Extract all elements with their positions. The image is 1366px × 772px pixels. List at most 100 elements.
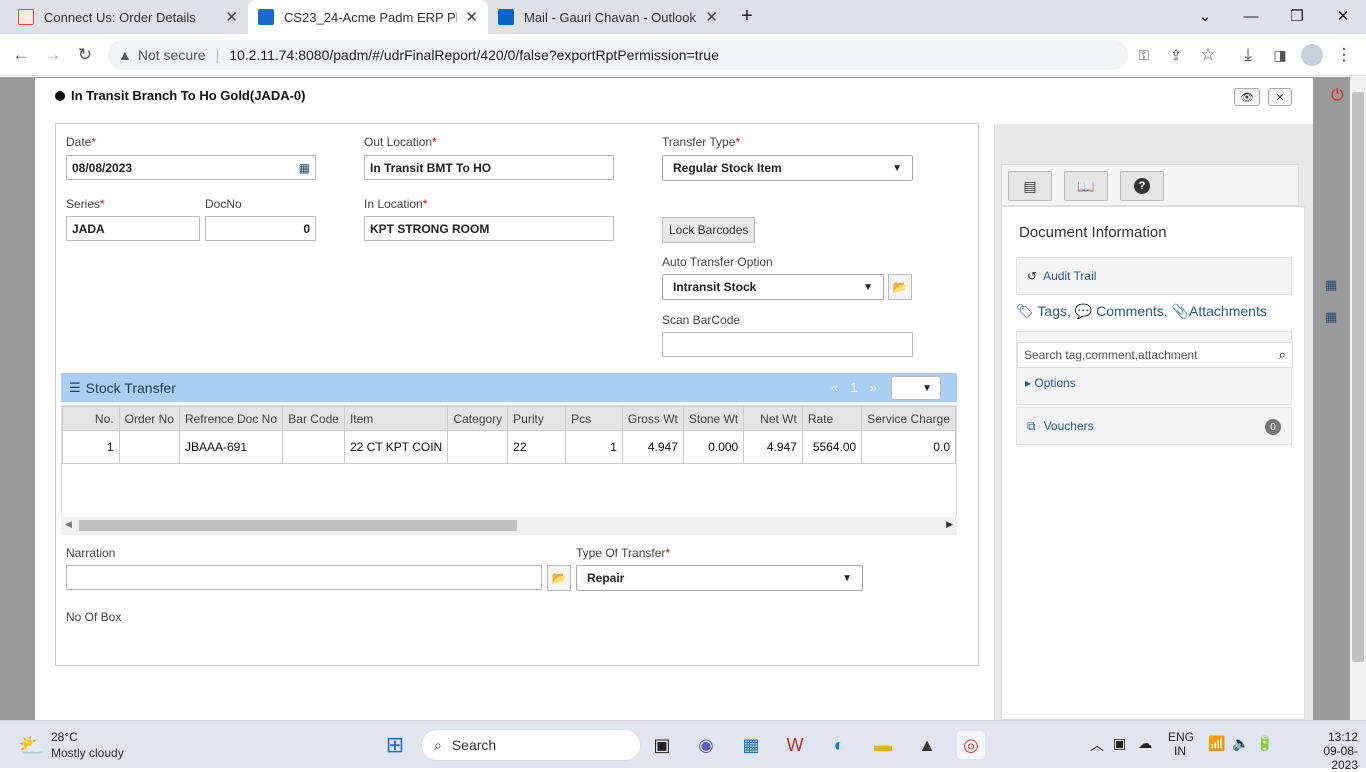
taskbar-search[interactable]: ⌕ Search <box>421 729 641 761</box>
task-view-icon[interactable]: ▣ <box>648 731 676 759</box>
back-arrow-icon[interactable]: ← <box>8 42 34 68</box>
docno-field[interactable]: 0 <box>205 216 316 241</box>
out-location-field[interactable]: In Transit BMT To HO <box>364 155 614 180</box>
col-header[interactable]: No. <box>62 406 120 431</box>
cell[interactable]: JBAAA-691 <box>178 430 284 464</box>
share-icon[interactable]: ⇪ <box>1163 42 1189 68</box>
col-header[interactable]: Item <box>343 406 449 431</box>
type-of-transfer-select[interactable]: Repair ▼ <box>576 565 863 591</box>
pager-prev[interactable]: « <box>831 380 838 395</box>
cell[interactable]: 1 <box>565 430 623 464</box>
close-tab-icon[interactable]: ✕ <box>225 8 238 26</box>
wps-icon[interactable]: W <box>781 731 809 759</box>
app-icon[interactable]: ▲ <box>913 731 941 759</box>
narration-input[interactable] <box>66 565 542 590</box>
new-tab-plus-icon[interactable]: + <box>730 0 764 32</box>
calendar-icon[interactable]: ▦ <box>299 161 310 175</box>
teams-icon[interactable]: ◉ <box>692 731 720 759</box>
col-header[interactable]: Service Charge <box>861 406 956 431</box>
cell[interactable]: 5564.00 <box>801 430 863 464</box>
scan-barcode-input[interactable] <box>662 332 913 357</box>
tag-search-input[interactable]: Search tag,comment,attachment ⌕ <box>1017 342 1293 368</box>
col-header[interactable]: Pcs <box>565 406 623 431</box>
col-header[interactable]: Gross Wt <box>621 406 684 431</box>
col-header[interactable]: Refrence Doc No <box>178 406 284 431</box>
chrome-icon[interactable]: ◎ <box>957 731 985 759</box>
close-tab-icon[interactable]: ✕ <box>705 8 718 26</box>
col-header[interactable]: Category <box>447 406 509 431</box>
volume-icon[interactable]: 🔈 <box>1232 735 1249 752</box>
tags-link[interactable]: Tags, <box>1037 303 1070 319</box>
browser-menu-icon[interactable]: ⋮ <box>1331 42 1357 68</box>
forward-arrow-icon[interactable]: → <box>40 42 66 68</box>
cell[interactable] <box>282 430 345 464</box>
series-field[interactable]: JADA <box>66 216 200 241</box>
date-field[interactable]: 08/08/2023 ▦ <box>66 155 316 180</box>
cell[interactable]: 4.947 <box>743 430 803 464</box>
book-icon[interactable]: 📖 <box>1064 171 1108 201</box>
col-header[interactable]: Stone Wt <box>682 406 745 431</box>
cell[interactable]: 22 CT KPT COIN <box>343 430 449 464</box>
show-hidden-icons-chevron[interactable]: ︿ <box>1090 735 1104 755</box>
weather-text[interactable]: Mostly cloudy <box>51 746 124 760</box>
auto-transfer-select[interactable]: Intransit Stock ▼ <box>662 274 884 300</box>
cell[interactable]: 1 <box>62 430 120 464</box>
table-row[interactable]: 1 JBAAA-691 22 CT KPT COIN 22 1 4.947 0.… <box>62 430 956 464</box>
in-location-field[interactable]: KPT STRONG ROOM <box>364 216 614 241</box>
tab-search-chevron-icon[interactable]: ⌄ <box>1182 0 1228 32</box>
weather-cloud-icon[interactable]: ⛅ <box>18 733 45 759</box>
cell[interactable]: 0.000 <box>682 430 745 464</box>
col-header[interactable]: Order No <box>118 406 180 431</box>
page-scrollbar[interactable] <box>1350 77 1366 720</box>
pager-page[interactable]: 1 <box>850 380 857 395</box>
comments-link[interactable]: Comments, <box>1096 303 1168 319</box>
col-header[interactable]: Net Wt <box>743 406 803 431</box>
tray-app-icon[interactable]: ▣ <box>1113 735 1126 752</box>
hide-eye-icon[interactable]: 👁 <box>1234 88 1260 106</box>
pager-next[interactable]: » <box>869 380 876 395</box>
store-icon[interactable]: ▦ <box>737 731 765 759</box>
close-tab-icon[interactable]: ✕ <box>465 8 478 26</box>
lock-barcodes-button[interactable]: Lock Barcodes <box>662 217 756 243</box>
options-toggle[interactable]: ▸ Options <box>1025 376 1076 390</box>
cell[interactable] <box>447 430 509 464</box>
cell[interactable] <box>118 430 180 464</box>
reload-icon[interactable]: ↻ <box>72 42 98 68</box>
battery-icon[interactable]: 🔋 <box>1256 735 1273 752</box>
cell[interactable]: 0.0 <box>861 430 956 464</box>
temperature[interactable]: 28°C <box>51 730 78 744</box>
browser-tab-erp[interactable]: CS23_24-Acme Padm ERP Platfor ✕ <box>248 0 488 34</box>
close-window-icon[interactable]: ✕ <box>1320 0 1366 32</box>
attachments-link[interactable]: Attachments <box>1189 303 1267 319</box>
onedrive-cloud-icon[interactable]: ☁ <box>1138 735 1152 752</box>
transfer-type-select[interactable]: Regular Stock Item ▼ <box>662 155 913 181</box>
folder-open-icon[interactable]: 📂 <box>547 565 571 591</box>
minimize-icon[interactable]: — <box>1228 0 1274 32</box>
maximize-icon[interactable]: ❐ <box>1274 0 1320 32</box>
windows-start-icon[interactable]: ⊞ <box>381 731 409 759</box>
grid-horizontal-scrollbar[interactable]: ◀ ▶ <box>61 517 957 535</box>
profile-avatar-icon[interactable] <box>1299 42 1325 68</box>
download-icon[interactable]: ⤓ <box>1235 42 1261 68</box>
page-size-select[interactable]: ▼ <box>891 376 941 400</box>
col-header[interactable]: Purity <box>507 406 567 431</box>
address-bar[interactable]: ▲ Not secure | 10.2.11.74:8080/padm/#/ud… <box>108 40 1128 70</box>
list-view-icon[interactable]: ▤ <box>1008 171 1052 201</box>
language-indicator[interactable]: ENG IN <box>1168 730 1194 758</box>
cell[interactable]: 4.947 <box>621 430 684 464</box>
bookmark-star-icon[interactable]: ☆ <box>1195 42 1221 68</box>
file-explorer-icon[interactable]: ▬ <box>869 731 897 759</box>
clock[interactable]: 13:12 09-08-2023 <box>1308 730 1358 772</box>
key-icon[interactable]: ⚿ <box>1131 42 1157 68</box>
browser-tab-outlook[interactable]: Mail - Gauri Chavan - Outlook ✕ <box>488 0 728 34</box>
col-header[interactable]: Bar Code <box>282 406 345 431</box>
side-panel-icon[interactable]: ◨ <box>1267 42 1293 68</box>
col-header[interactable]: Rate <box>801 406 863 431</box>
folder-open-icon[interactable]: 📂 <box>888 274 912 300</box>
vouchers-link[interactable]: ⧉ Vouchers 0 <box>1016 407 1292 445</box>
edge-icon[interactable]: ◐ <box>825 731 853 759</box>
wifi-icon[interactable]: 📶 <box>1208 735 1225 752</box>
search-icon[interactable]: ⌕ <box>1279 347 1286 363</box>
audit-trail-link[interactable]: ↺ Audit Trail <box>1016 257 1292 295</box>
close-modal-icon[interactable]: ✕ <box>1268 88 1292 106</box>
